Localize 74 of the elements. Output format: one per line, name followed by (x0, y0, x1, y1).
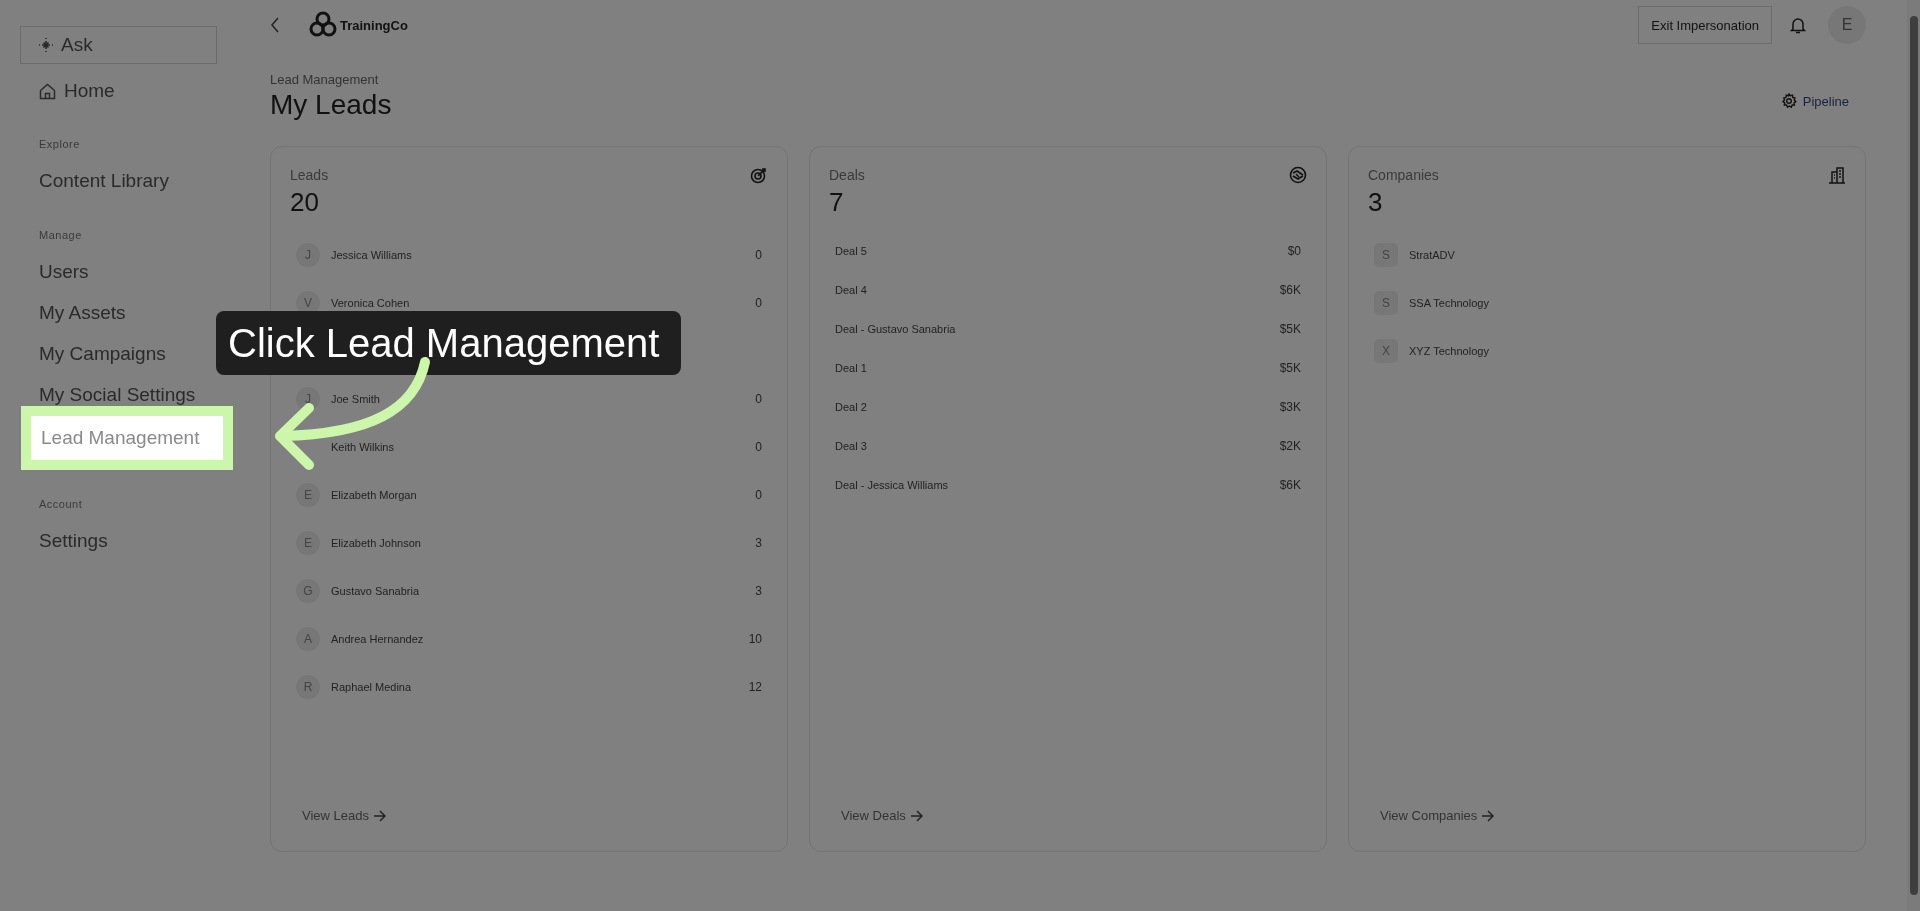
breadcrumb: Lead Management (270, 72, 380, 87)
deal-name[interactable]: Deal 2 (835, 400, 1269, 413)
deal-name[interactable]: Deal 1 (835, 361, 1269, 374)
nav-item[interactable]: Settings (39, 520, 108, 561)
arrow-right-icon (909, 809, 923, 822)
arrow-right-icon (373, 809, 386, 822)
exit-impersonation-button[interactable]: Exit Impersonation (1638, 6, 1772, 44)
deal-amount: $5K (1279, 360, 1301, 375)
lead-count: 0 (755, 248, 762, 262)
card-title: Leads (290, 166, 329, 184)
lead-name[interactable]: Elizabeth Morgan (331, 489, 745, 501)
nav-item[interactable]: Users (39, 251, 89, 292)
card-count: 3 (1368, 187, 1384, 217)
lead-name[interactable]: Raphael Medina (331, 681, 738, 693)
lead-count: 3 (755, 536, 762, 550)
card-title: Deals (829, 166, 865, 184)
card-title: Companies (1368, 166, 1439, 184)
building-icon (1828, 166, 1846, 184)
company-name[interactable]: StratADV (1409, 249, 1840, 261)
nav-item[interactable]: My Campaigns (39, 333, 166, 374)
nav-item[interactable]: My Assets (39, 292, 126, 333)
lead-count: 10 (748, 632, 762, 646)
deal-amount: $2K (1279, 438, 1301, 453)
lead-count: 0 (755, 440, 762, 454)
arrow-right-icon (1481, 809, 1495, 822)
page-title: My Leads (270, 89, 392, 121)
lead-count: 0 (755, 392, 762, 406)
scrollbar[interactable] (1907, 0, 1920, 911)
view-all-link[interactable]: View Companies (1380, 808, 1495, 823)
sparkle-icon (39, 38, 53, 52)
lead-name[interactable]: Gustavo Sanabria (331, 585, 745, 597)
pipeline-button[interactable]: Pipeline (1780, 93, 1849, 109)
deal-name[interactable]: Deal - Jessica Williams (835, 478, 1269, 491)
nav-item[interactable]: Lead Management (21, 406, 233, 470)
deal-name[interactable]: Deal 5 (835, 244, 1277, 257)
nav-item[interactable]: Content Library (39, 160, 169, 201)
deal-name[interactable]: Deal 4 (835, 283, 1269, 296)
section-heading: Explore (39, 138, 81, 150)
company-name[interactable]: SSA Technology (1409, 297, 1840, 309)
user-avatar[interactable]: E (1828, 6, 1866, 44)
lead-count: 0 (755, 488, 762, 502)
lead-name[interactable]: Joe Smith (331, 393, 745, 405)
deal-amount: $6K (1279, 477, 1301, 492)
deal-amount: $0 (1287, 243, 1301, 258)
section-heading: Manage (39, 229, 83, 241)
home-icon (39, 82, 56, 100)
home-link[interactable]: Home (64, 80, 115, 102)
card-count: 20 (290, 187, 320, 217)
deal-name[interactable]: Deal 3 (835, 439, 1269, 452)
deal-name[interactable]: Deal - Gustavo Sanabria (835, 322, 1269, 335)
bell-icon[interactable] (1790, 16, 1806, 34)
back-icon[interactable] (270, 17, 280, 33)
ask-button[interactable]: Ask (20, 26, 217, 64)
lead-count: 12 (748, 680, 762, 694)
lead-name[interactable]: Elizabeth Johnson (331, 537, 745, 549)
lead-name[interactable]: Veronica Cohen (331, 297, 745, 309)
deal-amount: $3K (1279, 399, 1301, 414)
target-icon (750, 166, 768, 184)
settings-icon (1780, 93, 1797, 109)
lead-name[interactable]: Keith Wilkins (331, 441, 745, 453)
scrollbar-thumb[interactable] (1910, 16, 1918, 895)
lead-count: 3 (755, 584, 762, 598)
view-all-link[interactable]: View Leads (302, 808, 386, 823)
logo-text: TrainingCo (340, 17, 408, 33)
company-name[interactable]: XYZ Technology (1409, 345, 1840, 357)
section-heading: Account (39, 498, 84, 510)
deal-amount: $6K (1279, 282, 1301, 297)
deal-amount: $5K (1279, 321, 1301, 336)
tutorial-tooltip: Click Lead Management (216, 311, 682, 375)
lead-name[interactable]: Jessica Williams (331, 249, 745, 261)
view-all-link[interactable]: View Deals (841, 808, 923, 823)
lead-name[interactable]: Andrea Hernandez (331, 633, 738, 645)
lead-count: 0 (755, 296, 762, 310)
card-count: 7 (829, 187, 845, 217)
